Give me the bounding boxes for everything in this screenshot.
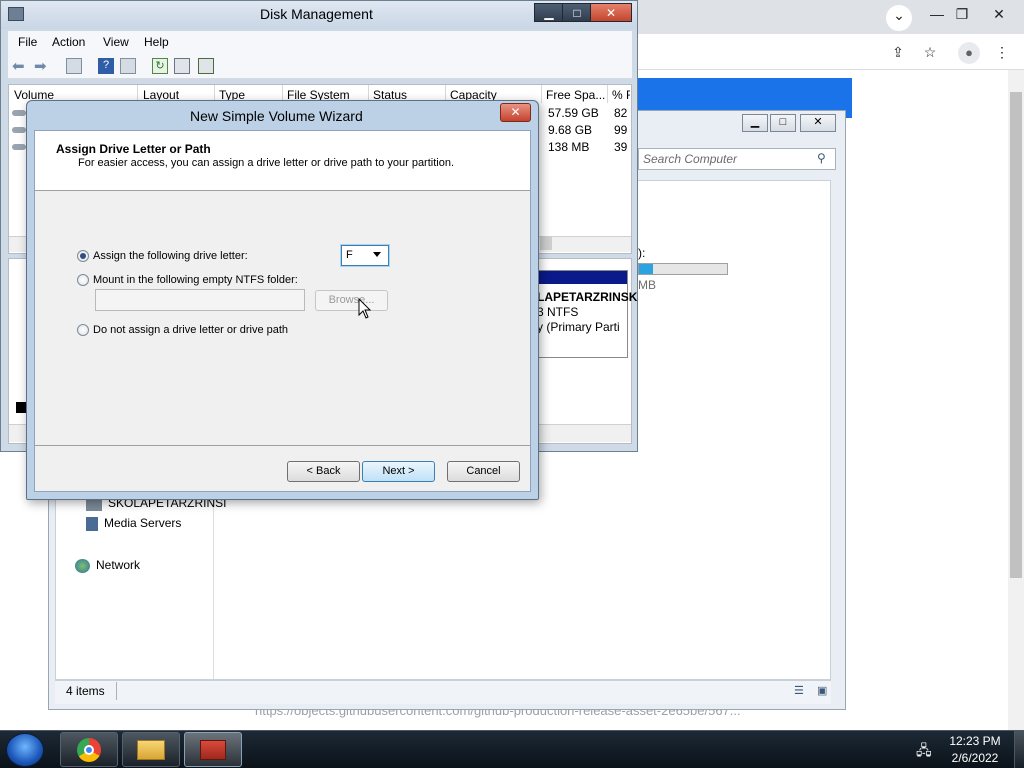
radio-mount-folder[interactable] <box>77 274 89 286</box>
profile-avatar-icon[interactable]: ● <box>958 42 980 64</box>
settings-icon[interactable] <box>198 58 214 74</box>
item-count: 4 items <box>66 684 105 698</box>
back-button[interactable]: < Back <box>287 461 360 482</box>
menu-file[interactable]: File <box>18 35 37 49</box>
nav-item-network[interactable]: Network <box>75 558 140 573</box>
clock-time[interactable]: 12:23 PM <box>940 734 1010 748</box>
row-percent-free: 82 <box>614 106 628 120</box>
explorer-close-button[interactable]: ✕ <box>800 114 836 132</box>
drive-size-partial: MB <box>638 278 656 292</box>
restore-icon[interactable]: ❐ <box>950 4 974 26</box>
show-desktop-button[interactable] <box>1014 731 1024 768</box>
explorer-search-input[interactable]: Search Computer <box>638 148 836 170</box>
help-icon[interactable]: ? <box>98 58 114 74</box>
menu-bar <box>8 31 632 53</box>
row-free-space: 138 MB <box>548 140 590 154</box>
drive-letter-select[interactable]: F <box>341 245 389 266</box>
properties-pane-icon[interactable] <box>120 58 136 74</box>
nav-item-media-servers[interactable]: Media Servers <box>86 516 181 531</box>
nav-item-label: Network <box>96 558 141 572</box>
nav-item-label: Media Servers <box>104 516 182 530</box>
radio-label-assign-drive-letter: Assign the following drive letter: <box>93 250 248 262</box>
taskbar-explorer-button[interactable] <box>122 732 180 767</box>
page-scrollbar-thumb[interactable] <box>1010 92 1022 578</box>
radio-label-mount-folder: Mount in the following empty NTFS folder… <box>93 274 298 286</box>
table-scrollbar-thumb[interactable] <box>540 237 552 250</box>
drive-label-partial: ): <box>638 246 646 260</box>
chrome-menu-icon[interactable]: ⋮ <box>990 42 1014 64</box>
share-icon[interactable]: ⇪ <box>886 42 910 64</box>
taskbar-chrome-button[interactable] <box>60 732 118 767</box>
page-menu-icon[interactable]: ⋮ <box>978 87 1002 109</box>
dm-minimize-button[interactable]: ▁ <box>534 3 564 22</box>
taskbar-disk-management-button[interactable] <box>184 732 242 767</box>
row-percent-free: 99 <box>614 123 628 137</box>
volume-icon <box>12 144 26 150</box>
dm-maximize-button[interactable]: □ <box>562 3 592 22</box>
next-button[interactable]: Next > <box>362 461 435 482</box>
unallocated-legend-swatch <box>16 402 26 413</box>
row-percent-free: 39 <box>614 140 628 154</box>
minimize-icon[interactable]: — <box>925 4 949 26</box>
refresh-icon[interactable]: ↻ <box>152 58 168 74</box>
partition-name: LAPETARZRINSK <box>537 290 638 304</box>
wizard-title: New Simple Volume Wizard <box>190 108 363 124</box>
partition-header-bar <box>535 271 627 284</box>
cancel-button[interactable]: Cancel <box>447 461 520 482</box>
wizard-subheading: For easier access, you can assign a driv… <box>78 157 455 169</box>
rescan-disks-icon[interactable] <box>174 58 190 74</box>
explorer-maximize-button[interactable]: □ <box>770 114 796 132</box>
clock-date[interactable]: 2/6/2022 <box>940 751 1010 765</box>
chrome-logo-icon <box>77 738 101 762</box>
column-header-percent-free[interactable]: % F <box>608 85 630 103</box>
radio-assign-drive-letter[interactable] <box>77 250 89 262</box>
start-button[interactable] <box>6 733 44 767</box>
close-icon[interactable]: ✕ <box>987 4 1011 26</box>
chrome-tab-search-icon[interactable]: ⌄ <box>886 5 912 31</box>
radio-no-drive-letter[interactable] <box>77 324 89 336</box>
search-icon: ⚲ <box>817 151 826 165</box>
menu-action[interactable]: Action <box>52 35 85 49</box>
tiles-view-icon[interactable]: ▣ <box>817 684 827 697</box>
console-tree-icon[interactable] <box>66 58 82 74</box>
menu-view[interactable]: View <box>103 35 129 49</box>
partition-status: y (Primary Parti <box>537 320 620 334</box>
forward-arrow-icon[interactable]: ➡ <box>34 57 47 75</box>
menu-help[interactable]: Help <box>144 35 169 49</box>
folder-path-input[interactable] <box>95 289 305 311</box>
row-free-space: 9.68 GB <box>548 123 593 137</box>
mouse-cursor-icon <box>358 298 372 319</box>
window-title: Disk Management <box>260 6 373 22</box>
radio-label-no-drive-letter: Do not assign a drive letter or drive pa… <box>93 324 289 336</box>
partition-filesystem: 3 NTFS <box>537 305 579 319</box>
wizard-heading: Assign Drive Letter or Path <box>56 142 211 156</box>
folder-icon <box>137 740 165 760</box>
column-header-free-space[interactable]: Free Spa... <box>542 85 608 103</box>
volume-icon <box>12 110 26 116</box>
network-icon <box>75 558 90 573</box>
media-server-icon <box>86 516 98 531</box>
bookmark-star-icon[interactable]: ☆ <box>918 42 942 64</box>
dropdown-arrow-icon <box>373 252 381 257</box>
back-arrow-icon[interactable]: ⬅ <box>12 57 25 75</box>
network-tray-icon[interactable]: 🖧 <box>916 740 932 764</box>
wizard-close-button[interactable]: ✕ <box>500 103 531 122</box>
volume-icon <box>12 127 26 133</box>
status-divider <box>116 682 117 700</box>
disk-management-app-icon <box>8 7 24 21</box>
browse-button[interactable]: Browse... <box>315 290 388 311</box>
explorer-status-bar <box>55 680 831 704</box>
dm-close-button[interactable]: ✕ <box>590 3 632 22</box>
drive-usage-bar <box>638 263 728 275</box>
wizard-divider <box>35 445 530 446</box>
row-free-space: 57.59 GB <box>548 106 599 120</box>
drive-usage-fill <box>639 264 653 274</box>
toolbox-icon <box>200 740 226 760</box>
explorer-minimize-button[interactable]: ▁ <box>742 114 768 132</box>
details-view-icon[interactable]: ☰ <box>794 684 804 697</box>
